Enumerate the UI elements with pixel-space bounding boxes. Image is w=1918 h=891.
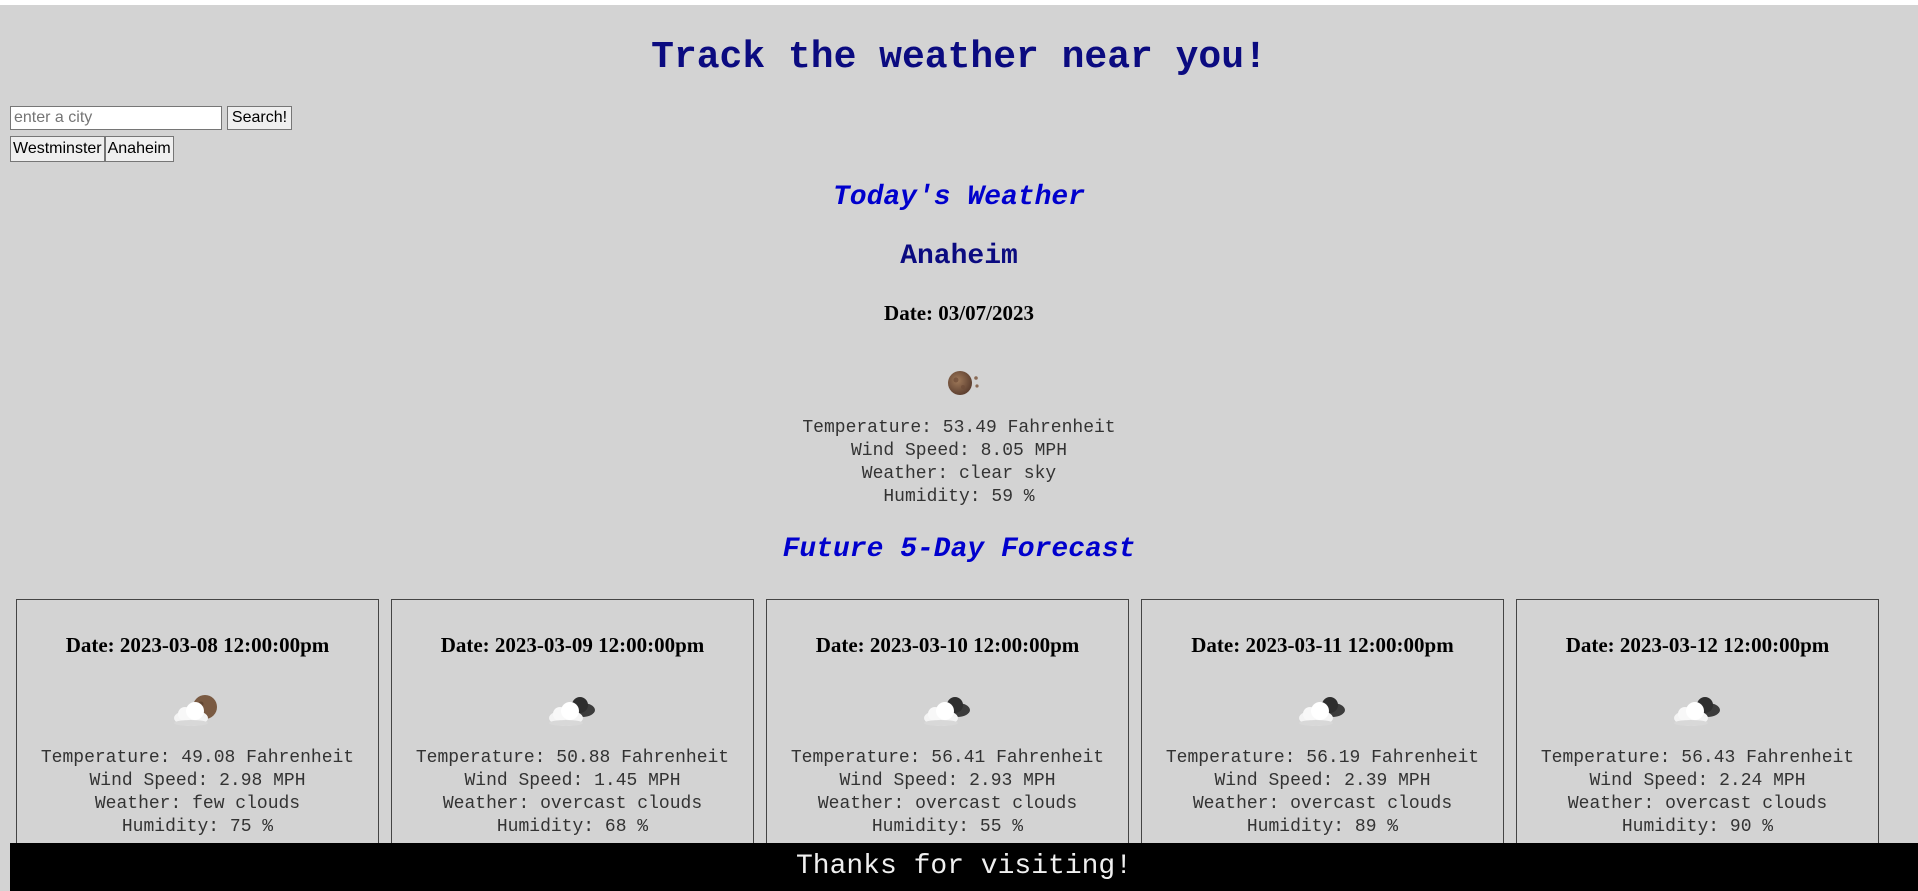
- forecast-weather-description: Weather: overcast clouds: [1192, 794, 1453, 814]
- forecast-weather-description: Weather: overcast clouds: [1567, 794, 1828, 814]
- city-name: Anaheim: [900, 241, 1018, 272]
- forecast-details: Temperature: 56.19 Fahrenheit Wind Speed…: [1142, 747, 1503, 839]
- city-search-input[interactable]: [10, 106, 222, 130]
- forecast-wind-speed: Wind Speed: 2.24 MPH: [1589, 771, 1806, 791]
- clear-sky-night-icon: [943, 362, 983, 402]
- todays-weather-heading: Today's Weather: [832, 182, 1086, 213]
- site-title: Track the weather near you!: [651, 36, 1267, 79]
- search-history: Westminster Anaheim: [10, 136, 174, 162]
- today-temperature: Temperature: 53.49 Fahrenheit: [802, 418, 1116, 438]
- forecast-date: Date: 2023-03-12 12:00:00pm: [1565, 633, 1830, 657]
- forecast-wind-speed: Wind Speed: 2.39 MPH: [1214, 771, 1431, 791]
- forecast-card: Date: 2023-03-12 12:00:00pm Temperature:…: [1516, 599, 1879, 849]
- forecast-date: Date: 2023-03-08 12:00:00pm: [65, 633, 330, 657]
- overcast-clouds-icon: [1671, 690, 1725, 730]
- today-humidity: Humidity: 59 %: [883, 487, 1035, 507]
- forecast-wind-speed: Wind Speed: 2.93 MPH: [839, 771, 1056, 791]
- forecast-card: Date: 2023-03-08 12:00:00pm Temperature:…: [16, 599, 379, 849]
- forecast-heading: Future 5-Day Forecast: [782, 534, 1136, 565]
- forecast-details: Temperature: 49.08 Fahrenheit Wind Speed…: [17, 747, 378, 839]
- forecast-temperature: Temperature: 56.43 Fahrenheit: [1540, 748, 1855, 768]
- few-clouds-night-icon: [171, 690, 225, 730]
- forecast-details: Temperature: 50.88 Fahrenheit Wind Speed…: [392, 747, 753, 839]
- overcast-clouds-icon: [921, 690, 975, 730]
- history-button-westminster[interactable]: Westminster: [10, 136, 105, 162]
- page-background: Track the weather near you! Search! West…: [0, 5, 1918, 891]
- overcast-clouds-icon: [1296, 690, 1350, 730]
- forecast-date: Date: 2023-03-11 12:00:00pm: [1191, 633, 1454, 657]
- today-weather-description: Weather: clear sky: [861, 464, 1057, 484]
- footer: Thanks for visiting!: [10, 843, 1918, 891]
- forecast-date: Date: 2023-03-09 12:00:00pm: [440, 633, 705, 657]
- forecast-weather-description: Weather: overcast clouds: [442, 794, 703, 814]
- forecast-humidity: Humidity: 90 %: [1621, 817, 1774, 837]
- forecast-wind-speed: Wind Speed: 2.98 MPH: [89, 771, 306, 791]
- forecast-humidity: Humidity: 89 %: [1246, 817, 1399, 837]
- search-bar: Search!: [10, 106, 292, 130]
- forecast-temperature: Temperature: 50.88 Fahrenheit: [415, 748, 730, 768]
- today-date: Date: 03/07/2023: [884, 301, 1034, 325]
- today-wind-speed: Wind Speed: 8.05 MPH: [850, 441, 1068, 461]
- history-button-anaheim[interactable]: Anaheim: [104, 136, 174, 162]
- forecast-humidity: Humidity: 68 %: [496, 817, 649, 837]
- forecast-details: Temperature: 56.43 Fahrenheit Wind Speed…: [1517, 747, 1878, 839]
- forecast-weather-description: Weather: overcast clouds: [817, 794, 1078, 814]
- forecast-card: Date: 2023-03-11 12:00:00pm Temperature:…: [1141, 599, 1504, 849]
- forecast-humidity: Humidity: 75 %: [121, 817, 274, 837]
- forecast-temperature: Temperature: 49.08 Fahrenheit: [40, 748, 355, 768]
- forecast-humidity: Humidity: 55 %: [871, 817, 1024, 837]
- forecast-details: Temperature: 56.41 Fahrenheit Wind Speed…: [767, 747, 1128, 839]
- forecast-temperature: Temperature: 56.19 Fahrenheit: [1165, 748, 1480, 768]
- forecast-date: Date: 2023-03-10 12:00:00pm: [815, 633, 1080, 657]
- forecast-weather-description: Weather: few clouds: [94, 794, 301, 814]
- forecast-cards: Date: 2023-03-08 12:00:00pm Temperature:…: [16, 599, 1879, 849]
- forecast-temperature: Temperature: 56.41 Fahrenheit: [790, 748, 1105, 768]
- search-button[interactable]: Search!: [227, 106, 292, 130]
- today-weather-details: Temperature: 53.49 Fahrenheit Wind Speed…: [0, 417, 1918, 509]
- forecast-card: Date: 2023-03-10 12:00:00pm Temperature:…: [766, 599, 1129, 849]
- forecast-wind-speed: Wind Speed: 1.45 MPH: [464, 771, 681, 791]
- overcast-clouds-icon: [546, 690, 600, 730]
- forecast-card: Date: 2023-03-09 12:00:00pm Temperature:…: [391, 599, 754, 849]
